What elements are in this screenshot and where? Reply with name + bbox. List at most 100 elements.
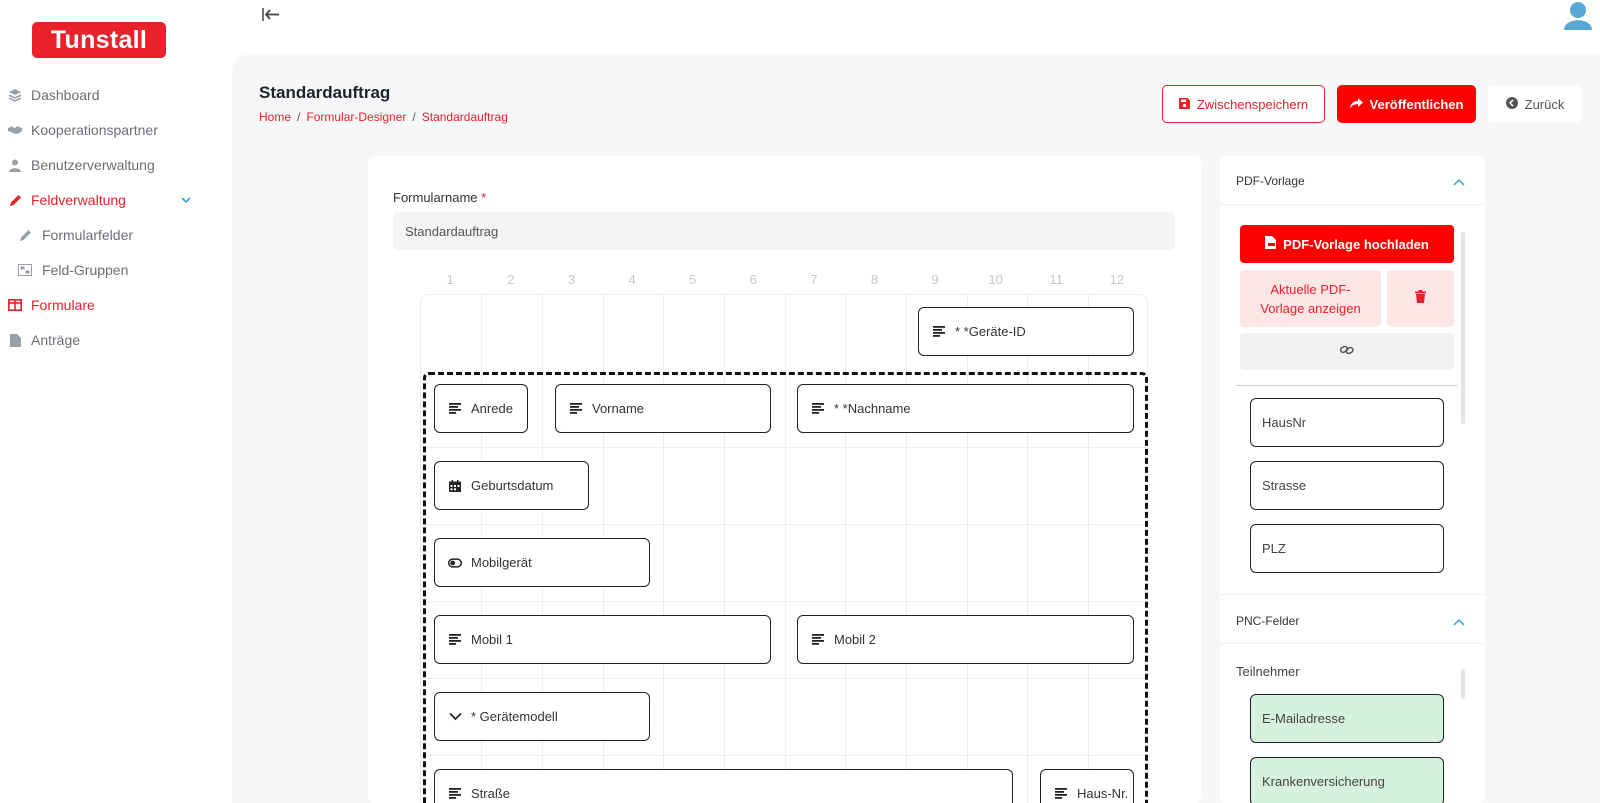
link-pdf-button[interactable] <box>1240 333 1454 370</box>
breadcrumb-current[interactable]: Standardauftrag <box>422 110 508 124</box>
floppy-disk-icon <box>1178 97 1190 112</box>
sidebar-item-benutzerverwaltung[interactable]: Benutzerverwaltung <box>0 152 155 178</box>
publish-button[interactable]: Veröffentlichen <box>1337 85 1476 123</box>
user-icon <box>8 158 22 172</box>
divider <box>1220 594 1485 595</box>
sidebar-item-dashboard[interactable]: Dashboard <box>0 82 100 108</box>
delete-pdf-button[interactable] <box>1387 270 1454 327</box>
toggle-icon <box>448 556 462 570</box>
form-field[interactable]: Anrede <box>434 384 528 433</box>
column-number: 10 <box>988 272 1003 287</box>
document-icon <box>8 333 22 347</box>
form-field[interactable]: * *Geräte-ID <box>918 307 1134 356</box>
pnc-field-item[interactable]: E-Mailadresse <box>1250 694 1444 743</box>
user-avatar-icon[interactable] <box>1563 0 1593 30</box>
column-number: 8 <box>870 272 879 287</box>
save-draft-button[interactable]: Zwischenspeichern <box>1162 85 1325 123</box>
sidebar-item-antraege[interactable]: Anträge <box>0 327 80 353</box>
column-number: 1 <box>446 272 454 287</box>
column-number: 12 <box>1109 272 1125 287</box>
sidebar: Tunstall Dashboard Kooperationspartner B… <box>0 0 232 803</box>
pdf-upload-button[interactable]: PDF-Vorlage hochladen <box>1240 225 1454 263</box>
form-field[interactable]: Mobil 2 <box>797 615 1134 664</box>
sidebar-item-formularfelder[interactable]: Formularfelder <box>0 222 133 248</box>
text-lines-icon <box>811 633 825 647</box>
breadcrumb: Home / Formular-Designer / Standardauftr… <box>259 110 508 124</box>
pdf-field-item[interactable]: Strasse <box>1250 461 1444 510</box>
form-name-input[interactable] <box>393 212 1175 250</box>
required-asterisk: * <box>481 190 487 205</box>
pdf-list-scrollbar[interactable] <box>1461 232 1465 424</box>
file-pdf-icon <box>1265 236 1277 252</box>
sidebar-item-label: Anträge <box>31 332 81 348</box>
pnc-section-title[interactable]: PNC-Felder <box>1236 614 1299 628</box>
text-lines-icon <box>1054 787 1068 801</box>
pnc-group-label: Teilnehmer <box>1236 664 1300 679</box>
column-number: 5 <box>689 272 697 287</box>
breadcrumb-separator: / <box>412 110 416 124</box>
text-lines-icon <box>932 325 946 339</box>
arrow-circle-left-icon <box>1505 96 1518 112</box>
sidebar-item-label: Kooperationspartner <box>31 122 158 138</box>
breadcrumb-formular-designer[interactable]: Formular-Designer <box>306 110 406 124</box>
form-field[interactable]: * Gerätemodell <box>434 692 650 741</box>
pencil-icon <box>18 228 32 242</box>
chevron-up-icon[interactable] <box>1453 175 1465 193</box>
pdf-field-item[interactable]: PLZ <box>1250 524 1444 573</box>
group-icon <box>18 263 32 277</box>
collapse-sidebar-icon[interactable] <box>260 4 282 26</box>
sidebar-item-label: Feld-Gruppen <box>42 262 129 278</box>
form-field[interactable]: Mobilgerät <box>434 538 650 587</box>
sidebar-item-kooperationspartner[interactable]: Kooperationspartner <box>0 117 158 143</box>
text-lines-icon <box>569 402 583 416</box>
column-number: 4 <box>628 272 636 287</box>
sidebar-item-label: Feldverwaltung <box>31 192 126 208</box>
column-number: 7 <box>810 272 818 287</box>
breadcrumb-separator: / <box>297 110 301 124</box>
divider <box>1236 385 1457 386</box>
form-field[interactable]: Vorname <box>555 384 771 433</box>
form-field[interactable]: Mobil 1 <box>434 615 771 664</box>
sidebar-item-label: Formulare <box>31 297 95 313</box>
grid-column-numbers: 1 2 3 4 5 6 7 8 9 10 11 12 <box>420 272 1148 287</box>
sidebar-item-label: Dashboard <box>31 87 100 103</box>
chevron-up-icon[interactable] <box>1453 615 1465 633</box>
column-number: 6 <box>749 272 757 287</box>
tunstall-logo[interactable]: Tunstall <box>32 22 166 58</box>
text-lines-icon <box>811 402 825 416</box>
text-lines-icon <box>448 402 462 416</box>
calendar-icon <box>448 479 462 493</box>
column-number: 9 <box>931 272 939 287</box>
trash-icon <box>1415 289 1426 308</box>
form-field[interactable]: Geburtsdatum <box>434 461 589 510</box>
form-name-label: Formularname * <box>393 190 487 205</box>
chevron-down-icon[interactable] <box>180 193 192 209</box>
pdf-section-title[interactable]: PDF-Vorlage <box>1236 174 1305 188</box>
pdf-field-item[interactable]: HausNr <box>1250 398 1444 447</box>
column-number: 3 <box>567 272 576 287</box>
link-icon <box>1339 343 1354 361</box>
pencil-icon <box>8 193 22 207</box>
back-button[interactable]: Zurück <box>1488 85 1582 123</box>
share-arrow-icon <box>1349 97 1363 112</box>
form-field[interactable]: Straße <box>434 769 1013 803</box>
form-field[interactable]: * *Nachname <box>797 384 1134 433</box>
sidebar-item-label: Benutzerverwaltung <box>31 157 155 173</box>
form-field[interactable]: Haus-Nr. <box>1040 769 1134 803</box>
pnc-field-item[interactable]: Krankenversicherung <box>1250 757 1444 803</box>
sidebar-item-feldverwaltung[interactable]: Feldverwaltung <box>0 187 200 213</box>
text-lines-icon <box>448 787 462 801</box>
column-number: 2 <box>507 272 515 287</box>
page-title: Standardauftrag <box>259 83 391 102</box>
layers-icon <box>8 88 22 102</box>
divider <box>1220 204 1485 205</box>
column-number: 11 <box>1049 272 1063 287</box>
breadcrumb-home[interactable]: Home <box>259 110 291 124</box>
sidebar-item-feld-gruppen[interactable]: Feld-Gruppen <box>0 257 128 283</box>
sidebar-item-formulare[interactable]: Formulare <box>0 292 95 318</box>
view-pdf-button[interactable]: Aktuelle PDF-Vorlage anzeigen <box>1240 270 1381 327</box>
handshake-icon <box>8 123 22 137</box>
sidebar-item-label: Formularfelder <box>42 227 134 243</box>
pnc-list-scrollbar[interactable] <box>1461 669 1465 699</box>
divider <box>1220 643 1485 644</box>
